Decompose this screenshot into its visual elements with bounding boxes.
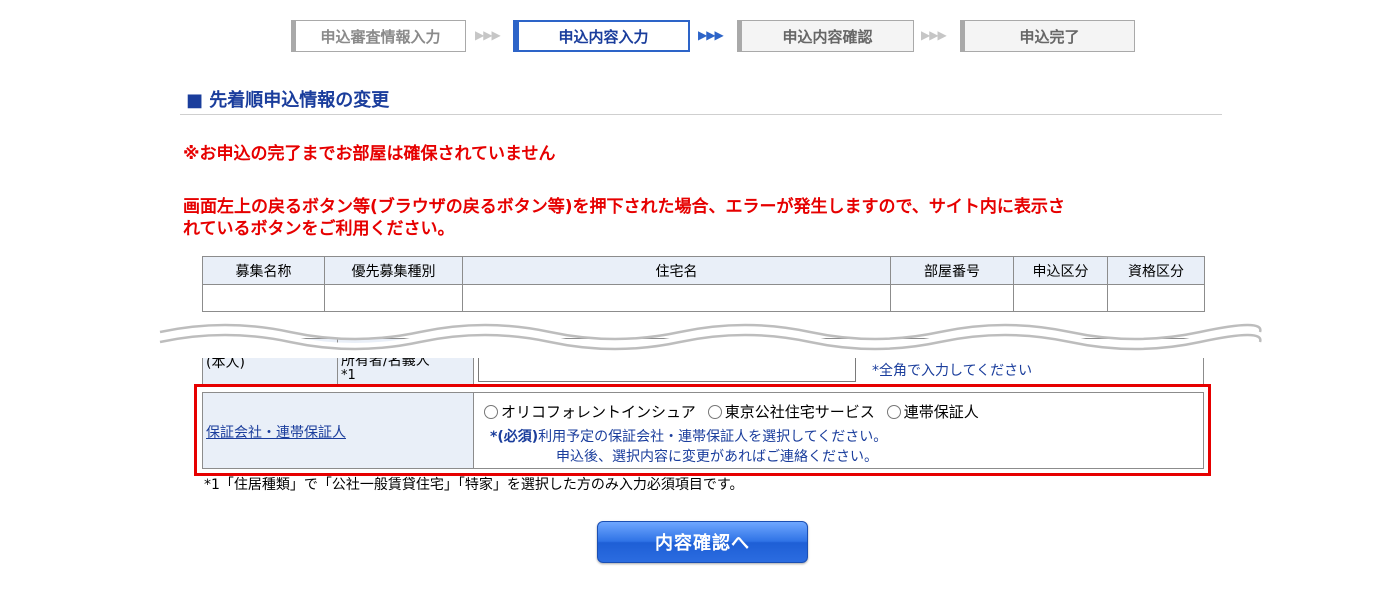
column-header: 部屋番号 bbox=[890, 256, 1014, 285]
column-header: 住宅名 bbox=[462, 256, 891, 285]
column-header: 優先募集種別 bbox=[324, 256, 463, 285]
table-row bbox=[202, 284, 1205, 312]
step-application-complete: 申込完了 bbox=[960, 20, 1135, 52]
table-cell bbox=[462, 284, 891, 312]
column-header: 資格区分 bbox=[1107, 256, 1205, 285]
section-title: ■ 先着順申込情報の変更 bbox=[186, 86, 389, 112]
footnote-text: *1「住居種類」で「公社一般賃貸住宅」「特家」を選択した方のみ入力必須項目です。 bbox=[204, 477, 744, 493]
table-cell bbox=[202, 284, 325, 312]
table-cell bbox=[1013, 284, 1108, 312]
step-application-content-input: 申込内容入力 bbox=[513, 20, 690, 52]
table-header-row: 募集名称 優先募集種別 住宅名 部屋番号 申込区分 資格区分 bbox=[202, 256, 1205, 285]
confirm-content-button[interactable]: 内容確認へ bbox=[597, 521, 808, 563]
table-cell bbox=[1107, 284, 1205, 312]
back-button-warning-line2: れているボタンをご利用ください。 bbox=[183, 219, 455, 239]
owner-name-input[interactable] bbox=[478, 354, 856, 382]
column-header: 募集名称 bbox=[202, 256, 325, 285]
step-application-content-confirm: 申込内容確認 bbox=[737, 20, 914, 52]
step-arrow-icon: ▶▶▶ bbox=[475, 28, 501, 42]
back-button-warning-line1: 画面左上の戻るボタン等(ブラウザの戻るボタン等)を押下された場合、エラーが発生し… bbox=[183, 197, 1065, 217]
footnote-marker: *1 bbox=[341, 368, 356, 383]
section-divider bbox=[180, 114, 1222, 115]
table-cell bbox=[890, 284, 1014, 312]
step-application-screening-input: 申込審査情報入力 bbox=[291, 20, 466, 52]
fullwidth-input-hint: *全角で入力してください bbox=[872, 363, 1033, 379]
application-summary-table: 募集名称 優先募集種別 住宅名 部屋番号 申込区分 資格区分 bbox=[202, 256, 1205, 312]
highlight-box bbox=[194, 384, 1211, 476]
square-bullet-icon: ■ bbox=[186, 90, 204, 111]
step-arrow-icon: ▶▶▶ bbox=[698, 28, 724, 42]
reservation-warning: ※お申込の完了までお部屋は確保されていません bbox=[183, 144, 556, 164]
section-title-text: 先着順申込情報の変更 bbox=[209, 90, 390, 111]
table-cell bbox=[324, 284, 463, 312]
column-header: 申込区分 bbox=[1013, 256, 1108, 285]
wavy-break-line bbox=[159, 323, 1262, 358]
step-arrow-icon: ▶▶▶ bbox=[921, 28, 947, 42]
